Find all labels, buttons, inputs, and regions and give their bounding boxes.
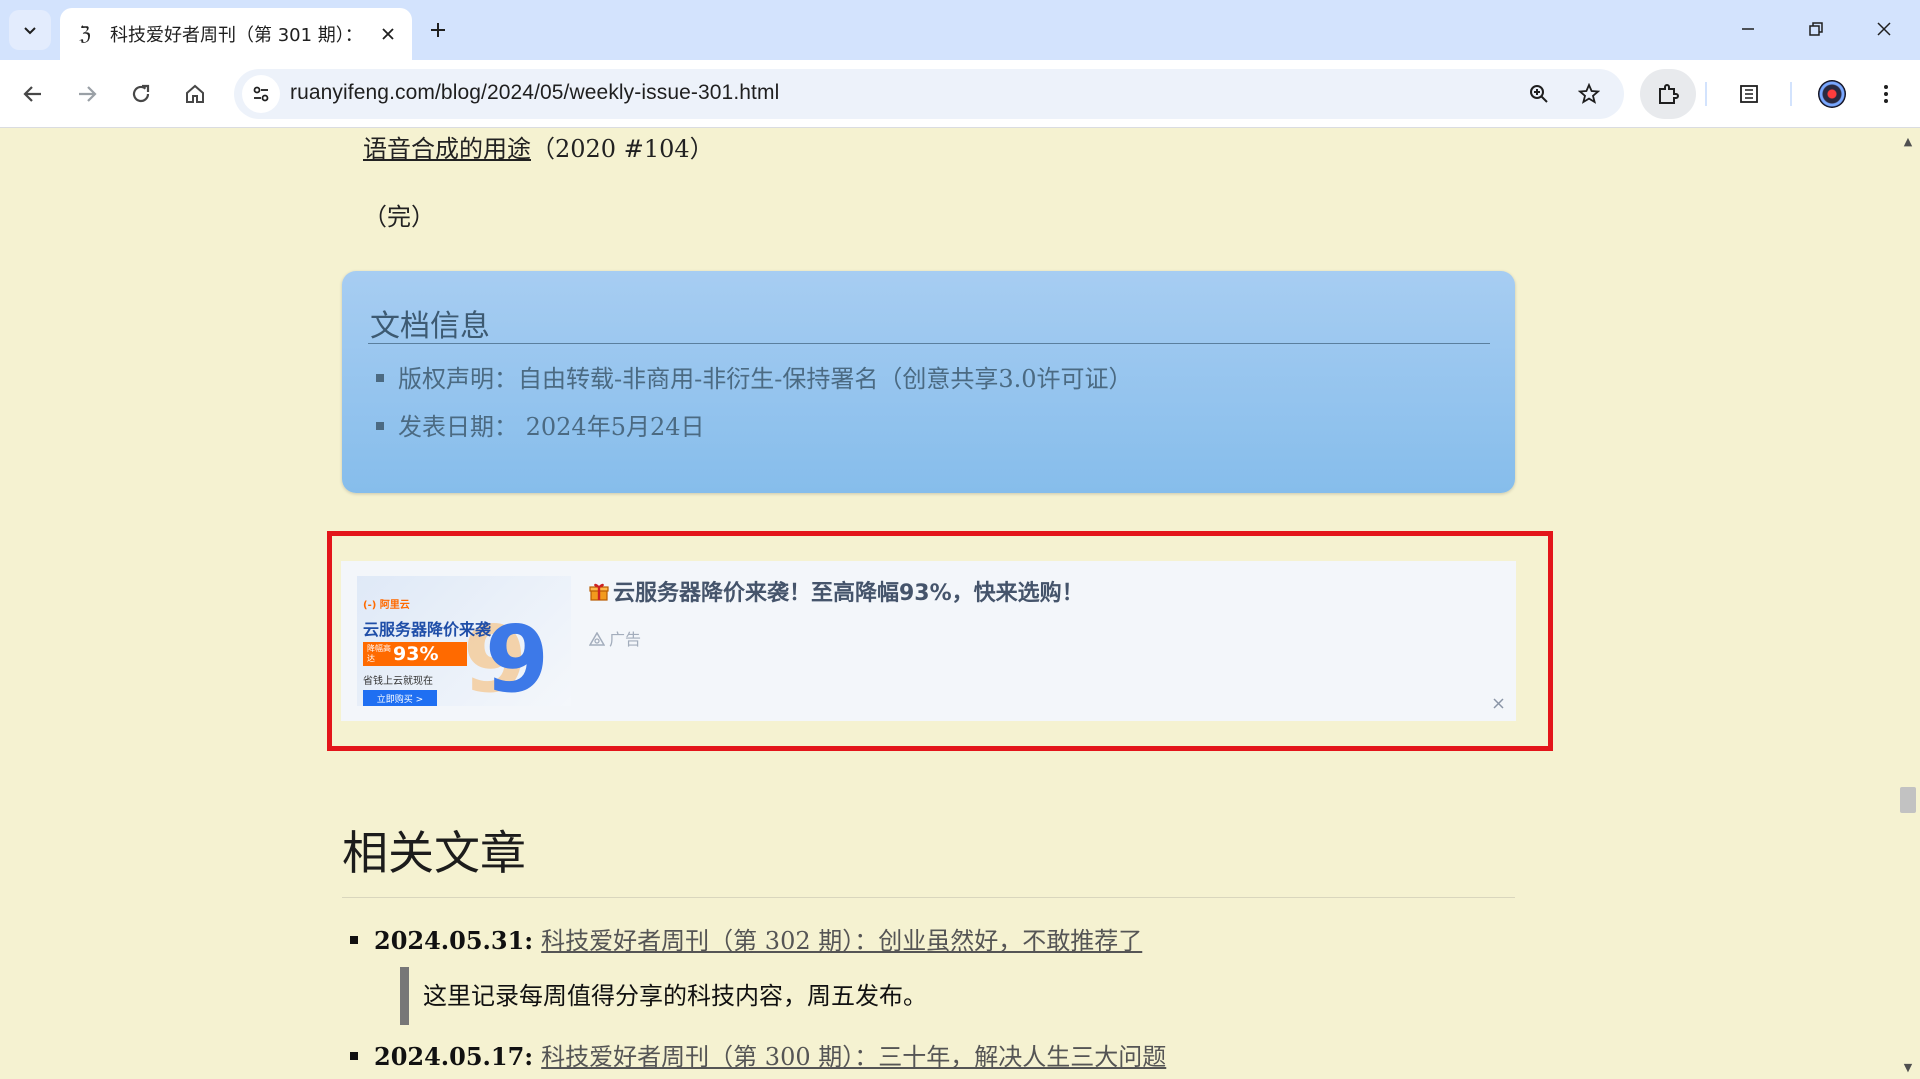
tune-icon xyxy=(253,86,269,102)
reload-icon xyxy=(132,84,150,103)
extensions-button[interactable] xyxy=(1640,69,1696,119)
zoom-button[interactable] xyxy=(1520,75,1558,113)
site-favicon-icon: ℨ xyxy=(79,23,91,45)
url-text[interactable]: ruanyifeng.com/blog/2024/05/weekly-issue… xyxy=(290,81,779,105)
ad-buy-button[interactable]: 立即购买 > xyxy=(363,690,437,706)
publish-date-text: 发表日期： 2024年5月24日 xyxy=(398,413,705,441)
divider xyxy=(368,343,1490,344)
ad-banner-image[interactable]: (-) 阿里云 9 9 云服务器降价来袭 降幅高达 93% 省钱上云就现在 立即… xyxy=(357,576,571,706)
related-article-link[interactable]: 科技爱好者周刊（第 302 期）：创业虽然好，不敢推荐了 xyxy=(541,927,1142,955)
ad-choices-icon xyxy=(588,631,606,646)
scroll-up-arrow-icon[interactable]: ▲ xyxy=(1896,131,1920,151)
minimize-icon xyxy=(1742,28,1754,30)
related-article-date: 2024.05.31: xyxy=(374,926,534,955)
ad-title[interactable]: 云服务器降价来袭！至高降幅93%，快来选购！ xyxy=(589,575,1084,607)
star-icon xyxy=(1578,83,1600,104)
forward-button[interactable] xyxy=(65,72,109,116)
home-button[interactable] xyxy=(173,72,217,116)
related-article-item: 2024.05.17: 科技爱好者周刊（第 300 期）：三十年，解决人生三大问题 xyxy=(350,1037,1166,1072)
back-button[interactable] xyxy=(11,72,55,116)
reload-button[interactable] xyxy=(119,72,163,116)
vertical-scrollbar[interactable]: ▲ ▼ xyxy=(1896,129,1920,1079)
tab-search-button[interactable] xyxy=(9,10,51,50)
tab-strip: ℨ 科技爱好者周刊（第 301 期）： xyxy=(0,0,1920,60)
kebab-menu-icon xyxy=(1884,85,1888,103)
site-info-button[interactable] xyxy=(242,75,280,113)
article-end-mark: （完） xyxy=(363,203,435,231)
page-content: 语音合成的用途（2020 #104） （完） 文档信息 版权声明：自由转载-非商… xyxy=(0,129,1896,1079)
bullet-icon xyxy=(350,1051,358,1060)
new-tab-button[interactable] xyxy=(420,12,456,48)
reading-list-button[interactable] xyxy=(1727,72,1771,116)
tab-close-button[interactable] xyxy=(374,20,402,48)
gift-icon xyxy=(589,581,609,606)
related-article-item: 2024.05.31: 科技爱好者周刊（第 302 期）：创业虽然好，不敢推荐了 xyxy=(350,921,1142,956)
arrow-left-icon xyxy=(23,86,41,102)
ad-label: 广告 xyxy=(588,626,642,650)
restore-button[interactable] xyxy=(1788,8,1844,50)
puzzle-icon xyxy=(1659,84,1679,104)
scrollbar-thumb[interactable] xyxy=(1900,787,1916,813)
ad-brand-logo: (-) 阿里云 xyxy=(363,600,410,611)
copyright-item: 版权声明：自由转载-非商用-非衍生-保持署名（创意共享3.0许可证） xyxy=(376,359,1133,394)
browser-toolbar: ruanyifeng.com/blog/2024/05/weekly-issue… xyxy=(0,60,1920,128)
home-icon xyxy=(186,84,204,103)
chevron-down-icon xyxy=(24,27,36,35)
zoom-icon xyxy=(1530,85,1548,103)
ad-decor-number: 9 xyxy=(485,606,550,706)
related-article-date: 2024.05.17: xyxy=(374,1042,534,1071)
previous-reference-link[interactable]: 语音合成的用途 xyxy=(363,135,531,163)
divider xyxy=(342,897,1515,898)
close-icon xyxy=(382,28,394,40)
previous-reference: 语音合成的用途（2020 #104） xyxy=(363,129,714,164)
document-info-title: 文档信息 xyxy=(370,309,490,344)
related-article-link[interactable]: 科技爱好者周刊（第 300 期）：三十年，解决人生三大问题 xyxy=(541,1043,1166,1071)
side-panel-icon xyxy=(1740,85,1758,103)
close-icon xyxy=(1877,22,1891,36)
ad-card[interactable]: (-) 阿里云 9 9 云服务器降价来袭 降幅高达 93% 省钱上云就现在 立即… xyxy=(341,561,1516,721)
arrow-right-icon xyxy=(79,86,97,102)
ad-banner-subline: 省钱上云就现在 xyxy=(363,676,433,687)
ad-label-text: 广告 xyxy=(609,630,642,649)
restore-icon xyxy=(1809,22,1823,36)
profile-avatar[interactable] xyxy=(1818,80,1846,108)
publish-date-item: 发表日期： 2024年5月24日 xyxy=(376,407,705,442)
address-bar[interactable]: ruanyifeng.com/blog/2024/05/weekly-issue… xyxy=(234,69,1624,119)
bullet-icon xyxy=(376,421,384,430)
toolbar-separator xyxy=(1705,82,1707,106)
copyright-text: 版权声明：自由转载-非商用-非衍生-保持署名（创意共享3.0许可证） xyxy=(398,365,1133,393)
bookmark-button[interactable] xyxy=(1570,75,1608,113)
ad-close-button[interactable] xyxy=(1490,695,1506,711)
ad-badge-caption: 降幅高达 xyxy=(367,644,391,663)
active-tab[interactable]: ℨ 科技爱好者周刊（第 301 期）： xyxy=(60,8,412,60)
tab-title: 科技爱好者周刊（第 301 期）： xyxy=(110,25,363,46)
browser-menu-button[interactable] xyxy=(1864,72,1908,116)
close-window-button[interactable] xyxy=(1856,8,1912,50)
ad-badge-value: 93% xyxy=(393,643,439,665)
related-articles-heading: 相关文章 xyxy=(342,826,526,880)
plus-icon xyxy=(431,23,445,37)
bullet-icon xyxy=(376,373,384,382)
scroll-down-arrow-icon[interactable]: ▼ xyxy=(1896,1057,1920,1077)
minimize-button[interactable] xyxy=(1720,8,1776,50)
toolbar-separator xyxy=(1790,82,1792,106)
ad-title-text: 云服务器降价来袭！至高降幅93%，快来选购！ xyxy=(613,581,1084,606)
document-info-box: 文档信息 版权声明：自由转载-非商用-非衍生-保持署名（创意共享3.0许可证） … xyxy=(342,271,1515,493)
bullet-icon xyxy=(350,935,358,944)
ad-banner-headline: 云服务器降价来袭 xyxy=(363,620,492,639)
related-article-summary: 这里记录每周值得分享的科技内容，周五发布。 xyxy=(400,967,927,1025)
previous-reference-suffix: （2020 #104） xyxy=(531,135,714,163)
ad-discount-badge: 降幅高达 93% xyxy=(363,642,467,666)
close-icon xyxy=(1492,697,1504,709)
